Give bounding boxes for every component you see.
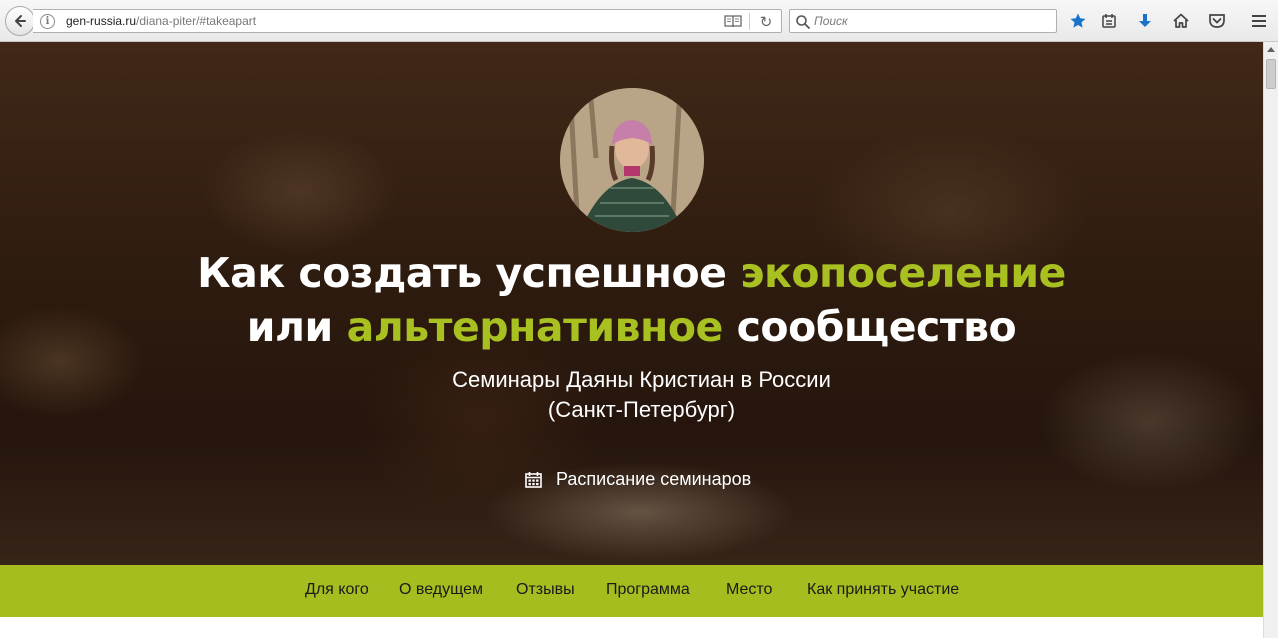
title-accent-alternative: альтернативное	[346, 303, 724, 351]
bookmark-star-button[interactable]	[1067, 10, 1089, 32]
nav-item-reviews[interactable]: Отзывы	[516, 581, 575, 599]
section-nav: Для кого О ведущем Отзывы Программа Мест…	[0, 565, 1263, 617]
url-separator	[749, 13, 750, 30]
hero-section: Как создать успешное экопоселение или ал…	[0, 42, 1263, 565]
title-accent-ecovillage: экопоселение	[740, 249, 1066, 297]
speaker-avatar	[560, 88, 704, 232]
title-line2: или альтернативное сообщество	[246, 303, 1017, 351]
url-path: /diana-piter/#takeapart	[136, 14, 257, 28]
back-arrow-icon	[15, 15, 26, 27]
url-host: gen-russia.ru	[66, 14, 137, 28]
scroll-up-arrow-icon[interactable]	[1267, 47, 1275, 52]
url-bar[interactable]: i gen-russia.ru/diana-piter/#takeapart ↻	[33, 9, 782, 33]
bookmark-star-icon	[1070, 13, 1086, 28]
schedule-link[interactable]: Расписание семинаров	[525, 466, 751, 492]
speaker-photo	[560, 88, 704, 232]
search-bar[interactable]	[789, 9, 1057, 33]
nav-item-how-to-join[interactable]: Как принять участие	[807, 581, 959, 599]
back-button[interactable]	[5, 6, 35, 36]
home-icon	[1173, 13, 1189, 28]
hero-title: Как создать успешное экопоселение или ал…	[0, 246, 1263, 354]
bookmarks-list-button[interactable]	[1098, 10, 1120, 32]
scroll-thumb[interactable]	[1266, 59, 1276, 89]
reader-view-icon[interactable]	[723, 14, 743, 29]
downloads-icon	[1139, 14, 1151, 27]
subtitle-line1: Семинары Даяны Кристиан в России	[452, 367, 831, 392]
title-line1: Как создать успешное экопоселение	[197, 249, 1066, 297]
search-icon	[796, 15, 810, 29]
nav-item-program[interactable]: Программа	[606, 581, 690, 599]
title-line1-text: Как создать успешное	[197, 249, 741, 297]
pocket-button[interactable]	[1206, 10, 1228, 32]
subtitle-line2: (Санкт-Петербург)	[547, 397, 736, 422]
hero-subtitle: Семинары Даяны Кристиан в России (Санкт-…	[0, 365, 1263, 425]
nav-item-place[interactable]: Место	[726, 581, 772, 599]
page-scrollbar[interactable]	[1263, 42, 1278, 638]
title-line2-start: или	[246, 303, 347, 351]
url-text[interactable]: gen-russia.ru/diana-piter/#takeapart	[66, 14, 256, 28]
browser-toolbar: i gen-russia.ru/diana-piter/#takeapart ↻	[0, 0, 1278, 42]
nav-item-about-host[interactable]: О ведущем	[399, 581, 483, 599]
calendar-icon	[525, 471, 542, 488]
nav-item-for-whom[interactable]: Для кого	[305, 581, 369, 599]
schedule-label: Расписание семинаров	[556, 468, 752, 489]
bookmarks-list-icon	[1102, 14, 1116, 28]
info-icon[interactable]: i	[40, 14, 55, 29]
home-button[interactable]	[1170, 10, 1192, 32]
menu-button[interactable]	[1248, 10, 1270, 32]
reload-icon[interactable]: ↻	[757, 13, 775, 31]
title-line2-end: сообщество	[722, 303, 1017, 351]
menu-icon	[1252, 15, 1266, 27]
search-input[interactable]	[814, 12, 1052, 30]
pocket-icon	[1209, 14, 1225, 28]
downloads-button[interactable]	[1134, 10, 1156, 32]
